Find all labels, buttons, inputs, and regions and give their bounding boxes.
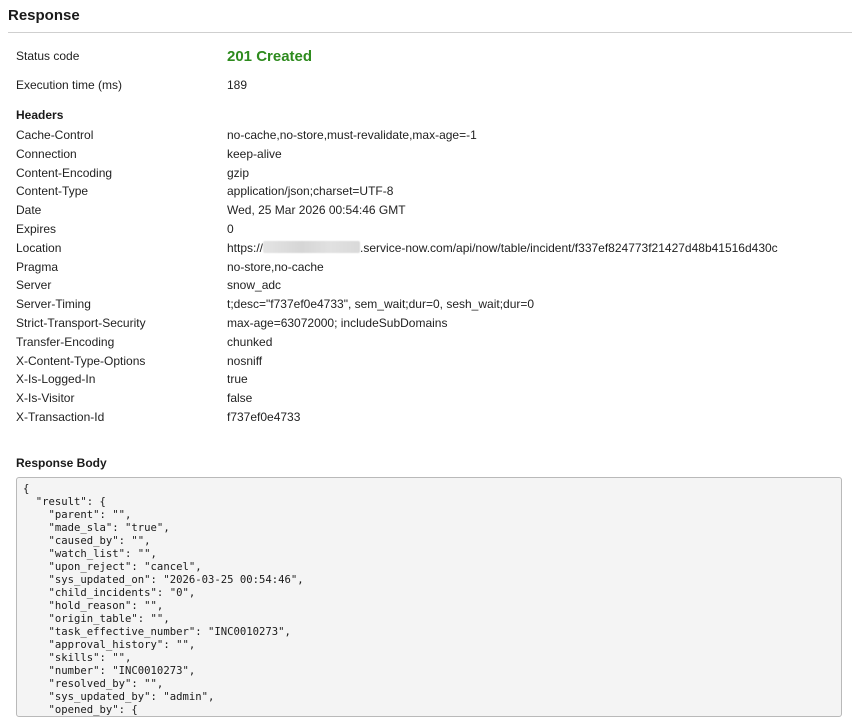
header-row: Location https:// .service-now.com/api/now…: [16, 239, 836, 258]
title-divider: [8, 32, 852, 33]
header-value: nosniff: [227, 354, 263, 368]
header-row: Server-Timing t;desc="f737ef0e4733", sem_…: [16, 295, 836, 314]
header-value: false: [227, 391, 253, 405]
header-name: Content-Encoding: [16, 166, 113, 180]
execution-time-label: Execution time (ms): [16, 78, 123, 92]
header-value: f737ef0e4733: [227, 410, 301, 424]
header-name: Pragma: [16, 260, 59, 274]
response-panel: Response Status code 201 Created Executi…: [0, 0, 856, 728]
location-suffix: .service-now.com/api/now/table/incident/…: [360, 241, 778, 255]
header-name: Transfer-Encoding: [16, 335, 115, 349]
status-code-label: Status code: [16, 49, 80, 63]
header-value: no-cache,no-store,must-revalidate,max-ag…: [227, 128, 477, 142]
header-row: X-Transaction-Id f737ef0e4733: [16, 408, 836, 427]
header-name: Content-Type: [16, 184, 89, 198]
header-row: Content-Type application/json;charset=UTF…: [16, 182, 836, 201]
header-value: gzip: [227, 166, 250, 180]
response-body-textarea[interactable]: { "result": { "parent": "", "made_sla": …: [16, 477, 842, 717]
header-value: max-age=63072000; includeSubDomains: [227, 316, 448, 330]
header-name: X-Content-Type-Options: [16, 354, 146, 368]
redacted-instance-name: [263, 241, 361, 253]
response-title: Response: [8, 7, 80, 24]
header-name: Date: [16, 203, 42, 217]
header-name: Cache-Control: [16, 128, 94, 142]
header-name: Location: [16, 241, 62, 255]
header-value: t;desc="f737ef0e4733", sem_wait;dur=0, s…: [227, 297, 535, 311]
header-value: 0: [227, 222, 234, 236]
header-row: X-Is-Visitor false: [16, 389, 836, 408]
response-body-json[interactable]: { "result": { "parent": "", "made_sla": …: [23, 483, 841, 716]
header-name: X-Transaction-Id: [16, 410, 105, 424]
header-value: no-store,no-cache: [227, 260, 324, 274]
header-row: Transfer-Encoding chunked: [16, 333, 836, 352]
header-name: X-Is-Visitor: [16, 391, 75, 405]
header-row: X-Content-Type-Options nosniff: [16, 352, 836, 371]
header-row: Content-Encoding gzip: [16, 164, 836, 183]
header-name: Strict-Transport-Security: [16, 316, 146, 330]
header-value: snow_adc: [227, 278, 282, 292]
header-row: Strict-Transport-Security max-age=6307200…: [16, 314, 836, 333]
header-value: keep-alive: [227, 147, 282, 161]
header-name: Server-Timing: [16, 297, 91, 311]
header-row: Expires 0: [16, 220, 836, 239]
header-row: Connection keep-alive: [16, 145, 836, 164]
status-code-row: Status code 201 Created: [16, 47, 836, 66]
header-row: Server snow_adc: [16, 276, 836, 295]
status-code-value: 201 Created: [227, 48, 313, 65]
headers-heading: Headers: [16, 108, 64, 122]
location-value: https:// .service-now.com/api/now/table/i…: [227, 239, 778, 258]
header-value: Wed, 25 Mar 2026 00:54:46 GMT: [227, 203, 406, 217]
header-row: X-Is-Logged-In true: [16, 370, 836, 389]
execution-time-row: Execution time (ms) 189: [16, 76, 836, 95]
header-name: Connection: [16, 147, 77, 161]
header-row: Cache-Control no-cache,no-store,must-reva…: [16, 126, 836, 145]
location-prefix: https://: [227, 241, 264, 255]
header-name: Server: [16, 278, 52, 292]
header-row: Date Wed, 25 Mar 2026 00:54:46 GMT: [16, 201, 836, 220]
header-value: application/json;charset=UTF-8: [227, 184, 394, 198]
header-value: true: [227, 372, 248, 386]
execution-time-value: 189: [227, 78, 248, 92]
header-name: Expires: [16, 222, 57, 236]
header-row: Pragma no-store,no-cache: [16, 258, 836, 277]
response-body-heading: Response Body: [16, 456, 107, 470]
header-value: chunked: [227, 335, 273, 349]
header-name: X-Is-Logged-In: [16, 372, 96, 386]
